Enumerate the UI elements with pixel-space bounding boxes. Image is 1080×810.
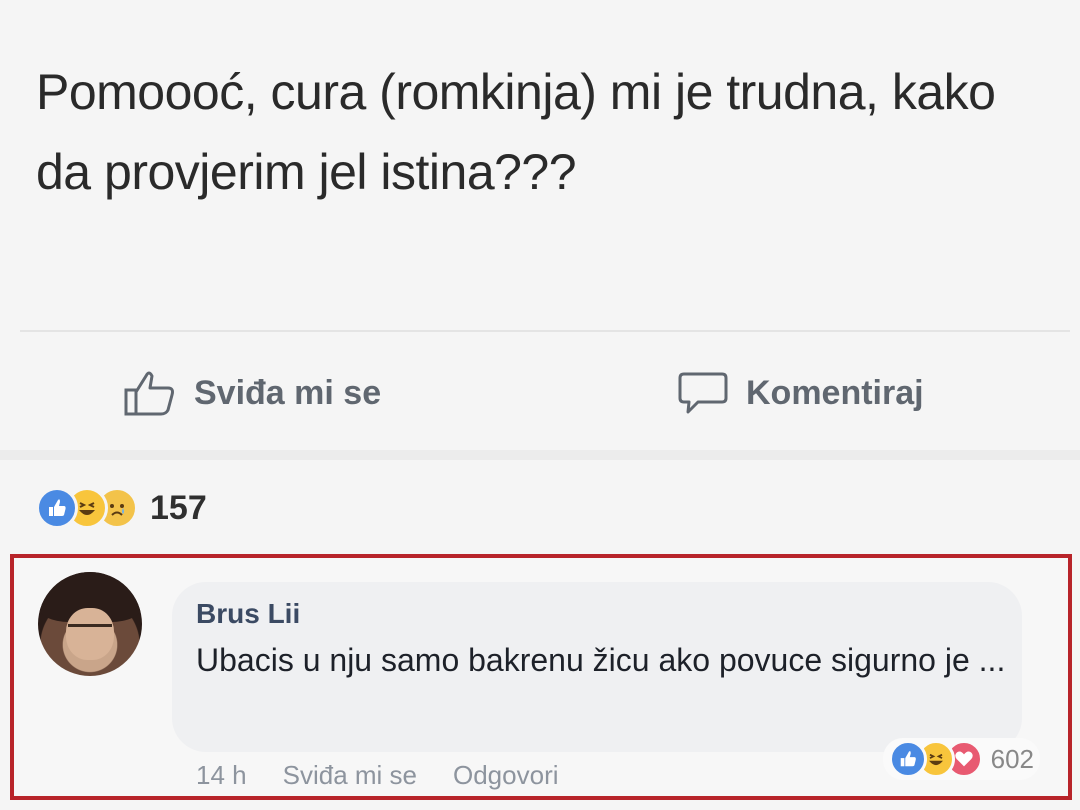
reactions-summary[interactable]: 157	[36, 485, 207, 531]
comment-author[interactable]: Brus Lii	[196, 598, 300, 630]
like-icon	[888, 740, 927, 778]
post-card: Pomoooć, cura (romkinja) mi je trudna, k…	[0, 0, 1080, 810]
like-label: Sviđa mi se	[194, 373, 382, 412]
comment-label: Komentiraj	[746, 373, 924, 412]
comment-reply-link[interactable]: Odgovori	[453, 760, 559, 791]
post-text: Pomoooć, cura (romkinja) mi je trudna, k…	[36, 64, 996, 200]
avatar[interactable]	[38, 572, 142, 676]
highlighted-comment: Brus Lii Ubacis u nju samo bakrenu žicu …	[10, 554, 1072, 800]
comment-time[interactable]: 14 h	[196, 760, 247, 791]
section-separator	[0, 450, 1080, 460]
comment-button[interactable]: Komentiraj	[676, 365, 924, 421]
speech-bubble-icon	[676, 368, 730, 418]
comment-text: Ubacis u nju samo bakrenu žicu ako povuc…	[196, 642, 1006, 678]
comment-reactions-count: 602	[990, 743, 1034, 774]
reactions-count: 157	[150, 488, 207, 527]
comment-meta: 14 h Sviđa mi se Odgovori	[196, 760, 559, 791]
thumbs-up-icon	[122, 368, 178, 418]
comment-like-link[interactable]: Sviđa mi se	[283, 760, 417, 791]
like-icon	[36, 487, 78, 529]
like-button[interactable]: Sviđa mi se	[122, 365, 381, 421]
comment-reactions[interactable]: 602	[882, 738, 1040, 780]
divider	[20, 330, 1070, 332]
